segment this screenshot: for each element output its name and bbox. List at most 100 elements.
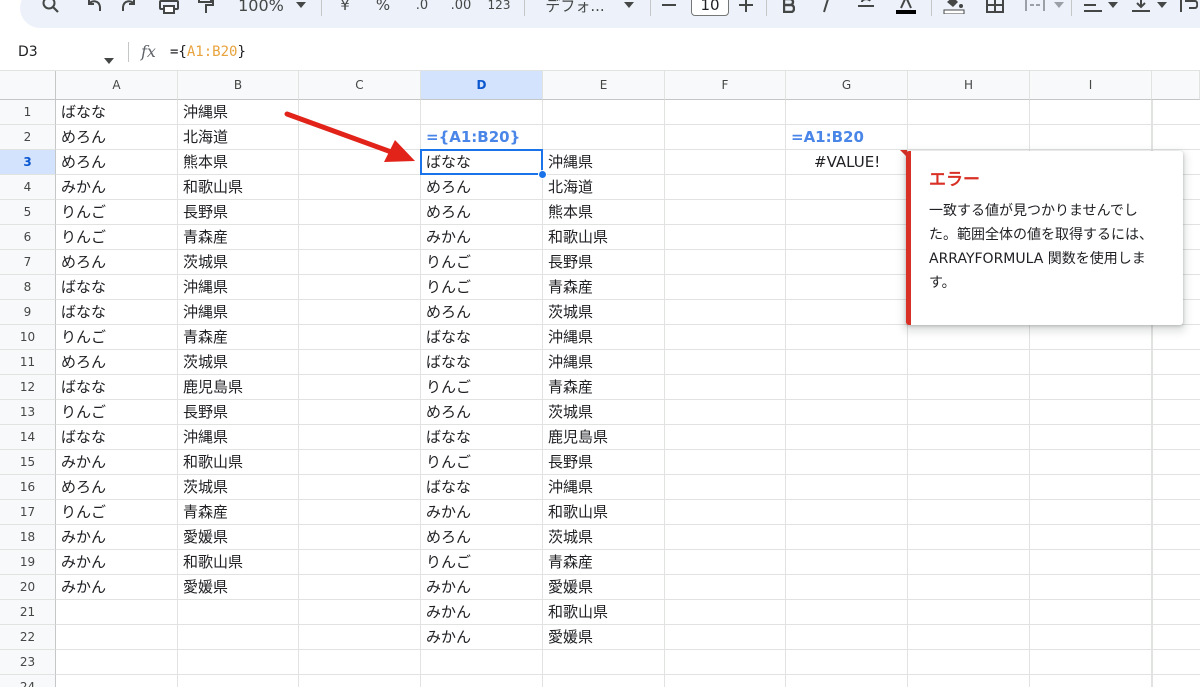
cell-d4[interactable]: めろん <box>421 175 543 200</box>
chevron-down-icon[interactable] <box>1106 0 1120 16</box>
cell-e21[interactable]: 和歌山県 <box>543 600 665 625</box>
increase-decimal-button[interactable]: .00 <box>446 0 476 16</box>
column-header-c[interactable]: C <box>299 71 421 100</box>
cell-a13[interactable]: りんご <box>56 400 178 425</box>
row-header-17[interactable]: 17 <box>0 500 56 525</box>
minus-icon[interactable] <box>661 0 677 16</box>
cell-d15[interactable]: りんご <box>421 450 543 475</box>
cell-d16[interactable]: ばなな <box>421 475 543 500</box>
cell-d8[interactable]: りんご <box>421 275 543 300</box>
text-color-icon[interactable] <box>894 0 918 16</box>
cell-e11[interactable]: 沖縄県 <box>543 350 665 375</box>
row-header-23[interactable]: 23 <box>0 650 56 675</box>
cell-d9[interactable]: めろん <box>421 300 543 325</box>
cell-e19[interactable]: 青森産 <box>543 550 665 575</box>
cell-e18[interactable]: 茨城県 <box>543 525 665 550</box>
column-header-d[interactable]: D <box>421 71 543 100</box>
row-header-24[interactable]: 24 <box>0 675 56 687</box>
merge-icon[interactable] <box>1022 0 1048 16</box>
cell-e20[interactable]: 愛媛県 <box>543 575 665 600</box>
cell-d14[interactable]: ばなな <box>421 425 543 450</box>
cell-b19[interactable]: 和歌山県 <box>178 550 299 575</box>
row-header-7[interactable]: 7 <box>0 250 56 275</box>
zoom-select[interactable]: 100% <box>236 0 286 16</box>
cell-e6[interactable]: 和歌山県 <box>543 225 665 250</box>
row-header-1[interactable]: 1 <box>0 100 56 125</box>
cell-a2[interactable]: めろん <box>56 125 178 150</box>
cell-d2[interactable]: ={A1:B20} <box>421 125 543 150</box>
cell-a18[interactable]: みかん <box>56 525 178 550</box>
cell-b5[interactable]: 長野県 <box>178 200 299 225</box>
font-size-input[interactable]: 10 <box>691 0 729 16</box>
cell-b16[interactable]: 茨城県 <box>178 475 299 500</box>
row-header-2[interactable]: 2 <box>0 125 56 150</box>
print-icon[interactable] <box>157 0 181 16</box>
cell-e9[interactable]: 茨城県 <box>543 300 665 325</box>
chevron-down-icon[interactable] <box>103 50 115 69</box>
valign-icon[interactable] <box>1130 0 1152 16</box>
cell-b15[interactable]: 和歌山県 <box>178 450 299 475</box>
column-header-j[interactable] <box>1152 71 1200 100</box>
row-header-22[interactable]: 22 <box>0 625 56 650</box>
row-header-11[interactable]: 11 <box>0 350 56 375</box>
column-header-a[interactable]: A <box>56 71 178 100</box>
align-icon[interactable] <box>1082 0 1104 16</box>
cell-d18[interactable]: めろん <box>421 525 543 550</box>
cell-d7[interactable]: りんご <box>421 250 543 275</box>
cell-b4[interactable]: 和歌山県 <box>178 175 299 200</box>
fill-handle[interactable] <box>538 170 547 179</box>
strikethrough-icon[interactable] <box>856 0 876 16</box>
cell-g3[interactable]: #VALUE! <box>786 150 908 175</box>
select-all-corner[interactable] <box>0 71 56 100</box>
row-header-3[interactable]: 3 <box>0 150 56 175</box>
cell-b1[interactable]: 沖縄県 <box>178 100 299 125</box>
cell-e8[interactable]: 青森産 <box>543 275 665 300</box>
column-header-b[interactable]: B <box>178 71 299 100</box>
cell-d22[interactable]: みかん <box>421 625 543 650</box>
row-header-5[interactable]: 5 <box>0 200 56 225</box>
cell-d19[interactable]: りんご <box>421 550 543 575</box>
cell-d11[interactable]: ばなな <box>421 350 543 375</box>
cell-e15[interactable]: 長野県 <box>543 450 665 475</box>
cell-a7[interactable]: めろん <box>56 250 178 275</box>
cell-b14[interactable]: 沖縄県 <box>178 425 299 450</box>
cell-g2[interactable]: =A1:B20 <box>786 125 908 150</box>
cell-e22[interactable]: 愛媛県 <box>543 625 665 650</box>
cell-a19[interactable]: みかん <box>56 550 178 575</box>
column-header-h[interactable]: H <box>908 71 1030 100</box>
paint-format-icon[interactable] <box>196 0 216 16</box>
cell-e14[interactable]: 鹿児島県 <box>543 425 665 450</box>
cell-d5[interactable]: めろん <box>421 200 543 225</box>
cell-e13[interactable]: 茨城県 <box>543 400 665 425</box>
fill-color-icon[interactable] <box>942 0 966 16</box>
cell-a9[interactable]: ばなな <box>56 300 178 325</box>
cell-b8[interactable]: 沖縄県 <box>178 275 299 300</box>
cell-d6[interactable]: みかん <box>421 225 543 250</box>
row-header-13[interactable]: 13 <box>0 400 56 425</box>
redo-icon[interactable] <box>118 0 140 16</box>
cell-a5[interactable]: りんご <box>56 200 178 225</box>
row-header-10[interactable]: 10 <box>0 325 56 350</box>
row-header-14[interactable]: 14 <box>0 425 56 450</box>
row-header-9[interactable]: 9 <box>0 300 56 325</box>
cell-d10[interactable]: ばなな <box>421 325 543 350</box>
row-header-21[interactable]: 21 <box>0 600 56 625</box>
cell-b20[interactable]: 愛媛県 <box>178 575 299 600</box>
row-header-20[interactable]: 20 <box>0 575 56 600</box>
cell-e7[interactable]: 長野県 <box>543 250 665 275</box>
percent-button[interactable]: % <box>372 0 394 16</box>
cell-a15[interactable]: みかん <box>56 450 178 475</box>
row-header-15[interactable]: 15 <box>0 450 56 475</box>
chevron-down-icon[interactable] <box>1155 0 1169 16</box>
bold-icon[interactable] <box>781 0 797 16</box>
cell-a1[interactable]: ばなな <box>56 100 178 125</box>
cell-b10[interactable]: 青森産 <box>178 325 299 350</box>
cell-a14[interactable]: ばなな <box>56 425 178 450</box>
cell-a10[interactable]: りんご <box>56 325 178 350</box>
cell-d13[interactable]: めろん <box>421 400 543 425</box>
italic-icon[interactable] <box>818 0 834 16</box>
cell-b17[interactable]: 青森産 <box>178 500 299 525</box>
cell-a11[interactable]: めろん <box>56 350 178 375</box>
cell-b9[interactable]: 沖縄県 <box>178 300 299 325</box>
cell-e4[interactable]: 北海道 <box>543 175 665 200</box>
